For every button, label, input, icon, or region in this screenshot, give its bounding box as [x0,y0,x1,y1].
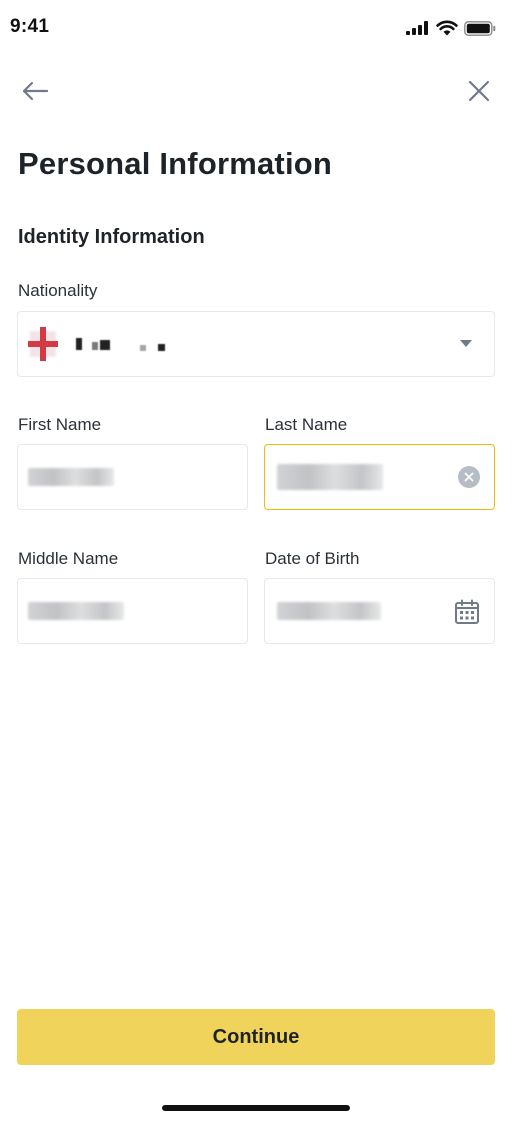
redacted-value [158,344,165,351]
page-title: Personal Information [18,146,333,181]
clear-icon [464,472,474,482]
calendar-button[interactable] [454,599,480,625]
redacted-value [140,345,146,351]
back-button[interactable] [18,76,52,106]
close-icon [468,80,490,102]
calendar-icon [455,599,479,624]
redacted-value [277,464,383,490]
close-button[interactable] [464,76,494,106]
first-name-input[interactable] [17,444,248,510]
flag-icon [28,327,58,361]
status-icons [406,20,496,36]
date-of-birth-input[interactable] [264,578,495,644]
clear-input-button[interactable] [458,466,480,488]
chevron-down-icon[interactable] [460,340,472,347]
middle-name-input[interactable] [17,578,248,644]
status-time: 9:41 [10,16,50,37]
date-of-birth-label: Date of Birth [265,549,360,568]
first-name-label: First Name [18,415,102,434]
continue-button[interactable]: Continue [17,1009,495,1065]
battery-icon [464,20,496,36]
arrow-left-icon [22,81,49,101]
middle-name-label: Middle Name [18,549,119,568]
redacted-value [92,342,98,350]
wifi-icon [436,20,458,36]
last-name-input[interactable] [264,444,495,510]
section-title: Identity Information [18,226,205,248]
last-name-label: Last Name [265,415,348,434]
nationality-select[interactable] [17,311,495,377]
status-bar: 9:41 [0,0,514,58]
cellular-signal-icon [406,21,428,35]
redacted-value [100,340,110,350]
redacted-value [277,602,381,620]
nav-bar [0,68,514,114]
redacted-value [28,602,124,620]
redacted-value [28,468,114,486]
nationality-label: Nationality [18,281,98,300]
redacted-value [76,338,82,350]
home-indicator[interactable] [162,1105,350,1111]
